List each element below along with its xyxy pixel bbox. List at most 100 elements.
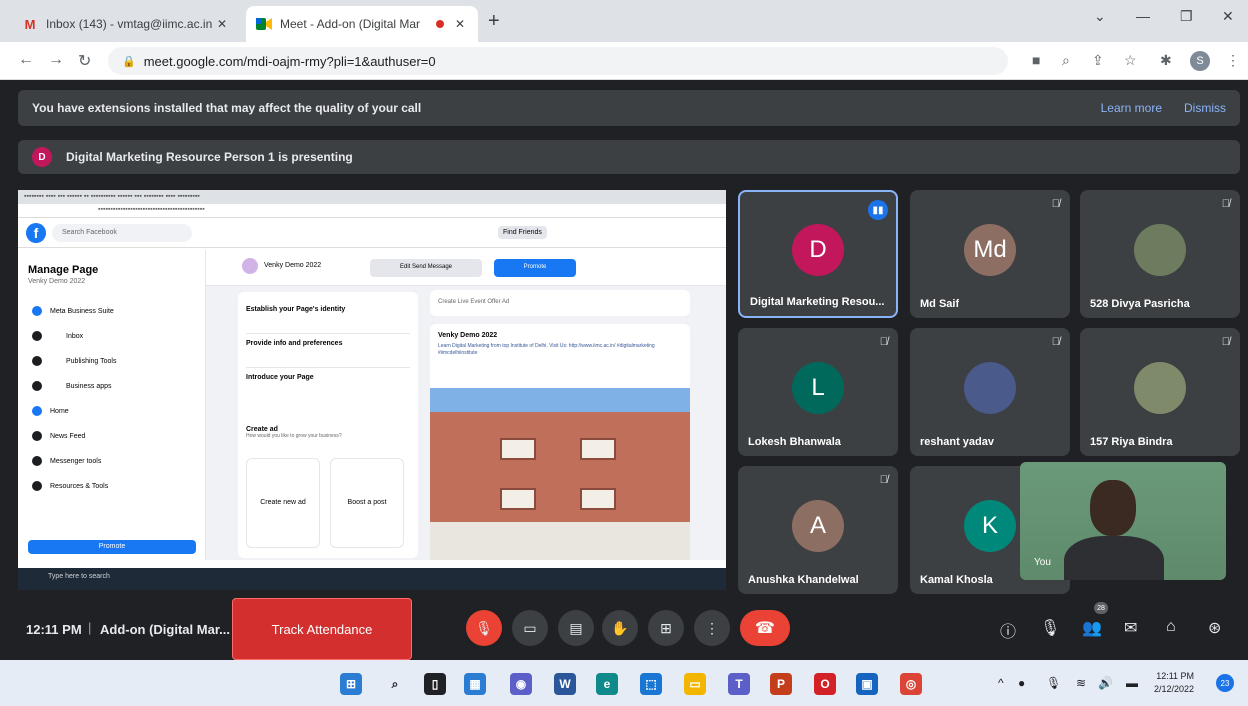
close-tab-icon[interactable]: ✕ — [214, 17, 230, 31]
post-text: Learn Digital Marketing from top Institu… — [438, 343, 655, 356]
step-label: Introduce your Page — [246, 374, 314, 381]
step-label: Establish your Page's identity — [246, 306, 346, 313]
more-vert-icon: ⋮ — [705, 619, 719, 636]
reload-icon[interactable]: ↻ — [78, 51, 91, 71]
learn-more-link[interactable]: Learn more — [1101, 101, 1162, 115]
tab-search-icon[interactable]: ⌄ — [1094, 8, 1106, 25]
tab-meet[interactable]: Meet - Add-on (Digital Mar ✕ — [246, 6, 478, 42]
meeting-details-icon[interactable]: ⓘ — [1000, 618, 1016, 642]
activities-icon[interactable]: ⌂ — [1166, 618, 1176, 636]
participant-tile[interactable]: 🎙̸ 528 Divya Pasricha — [1080, 190, 1240, 318]
back-icon[interactable]: ← — [18, 51, 34, 69]
chrome-icon[interactable]: ◎ — [900, 673, 922, 695]
participant-name: Lokesh Bhanwala — [748, 436, 841, 448]
start-icon[interactable]: ⊞ — [340, 673, 362, 695]
sidebar-item: Inbox — [18, 324, 205, 349]
participant-tile[interactable]: ▮▮ D Digital Marketing Resou... — [738, 190, 898, 318]
meet-icon — [256, 16, 272, 32]
banner-text: You have extensions installed that may a… — [32, 101, 422, 115]
create-post-bar: Create Live Event Offer Ad — [430, 290, 690, 316]
minimize-icon[interactable]: — — [1136, 8, 1150, 24]
chat-icon[interactable]: ✉ — [1124, 618, 1137, 638]
tray-app-icon[interactable]: ● — [1018, 676, 1025, 690]
restore-icon[interactable]: ❐ — [1180, 8, 1193, 25]
sidebar-item: Business apps — [18, 374, 205, 399]
raise-hand-button[interactable]: ✋ — [602, 610, 638, 646]
shared-screen: ▪▪▪▪▪▪▪▪ ▪▪▪▪ ▪▪▪ ▪▪▪▪▪▪ ▪▪ ▪▪▪▪▪▪▪▪▪▪ ▪… — [18, 190, 726, 590]
presenting-text: Digital Marketing Resource Person 1 is p… — [66, 150, 353, 164]
new-tab-button[interactable]: + — [488, 10, 500, 33]
opera-icon[interactable]: O — [814, 673, 836, 695]
zoom-icon[interactable]: ⌕ — [1062, 52, 1070, 69]
mute-all-icon[interactable]: 🎙 — [1040, 618, 1060, 638]
host-controls-icon[interactable]: ⊛ — [1208, 618, 1221, 638]
participant-name: Kamal Khosla — [920, 574, 993, 586]
powerpoint-icon[interactable]: P — [770, 673, 792, 695]
close-tab-icon[interactable]: ✕ — [452, 17, 468, 31]
more-options-button[interactable]: ⋮ — [694, 610, 730, 646]
camera-in-use-icon[interactable]: ■ — [1032, 52, 1040, 68]
participant-photo — [1134, 224, 1186, 276]
tab-gmail[interactable]: M Inbox (143) - vmtag@iimc.ac.in ✕ — [12, 6, 240, 42]
track-attendance-button[interactable]: Track Attendance — [232, 598, 412, 660]
forward-icon[interactable]: → — [48, 51, 64, 69]
edge-icon[interactable]: e — [596, 673, 618, 695]
store-icon[interactable]: ⬚ — [640, 673, 662, 695]
participant-tile[interactable]: 🎙̸ A Anushka Khandelwal — [738, 466, 898, 594]
camera-toggle-button[interactable]: ▭ — [512, 610, 548, 646]
participant-name: 528 Divya Pasricha — [1090, 298, 1190, 310]
widgets-icon[interactable]: ▦ — [464, 673, 486, 695]
participant-tile[interactable]: 🎙̸ L Lokesh Bhanwala — [738, 328, 898, 456]
participant-name: Anushka Khandelwal — [748, 574, 859, 586]
notification-badge[interactable]: 23 — [1216, 674, 1234, 692]
participant-tile[interactable]: 🎙̸ 157 Riya Bindra — [1080, 328, 1240, 456]
extensions-icon[interactable]: ✱ — [1160, 52, 1172, 69]
battery-icon[interactable]: ▬ — [1126, 676, 1138, 690]
dismiss-button[interactable]: Dismiss — [1184, 101, 1226, 115]
browser-toolbar: ← → ↻ 🔒 meet.google.com/mdi-oajm-rmy?pli… — [0, 42, 1248, 80]
hand-icon: ✋ — [611, 619, 629, 636]
facebook-logo-icon: f — [26, 223, 46, 243]
teams-chat-icon[interactable]: ◉ — [510, 673, 532, 695]
participant-tile[interactable]: 🎙̸ reshant yadav — [910, 328, 1070, 456]
file-explorer-icon[interactable]: ▭ — [684, 673, 706, 695]
participant-tile[interactable]: 🎙̸ Md Md Saif — [910, 190, 1070, 318]
task-view-icon[interactable]: ▯ — [424, 673, 446, 695]
facebook-main: Establish your Page's identity Provide i… — [206, 286, 726, 560]
profile-avatar[interactable]: S — [1190, 51, 1210, 71]
shared-taskbar-search: Type here to search — [48, 573, 110, 580]
tray-overflow-icon[interactable]: ^ — [998, 676, 1004, 690]
participant-name: reshant yadav — [920, 436, 994, 448]
close-window-icon[interactable]: ✕ — [1222, 8, 1234, 25]
search-icon[interactable]: ⌕ — [384, 673, 406, 695]
bookmark-star-icon[interactable]: ☆ — [1124, 52, 1137, 69]
photos-icon[interactable]: ▣ — [856, 673, 878, 695]
participant-photo — [1134, 362, 1186, 414]
share-icon[interactable]: ⇪ — [1092, 52, 1104, 69]
system-clock[interactable]: 12:11 PM 2/12/2022 — [1154, 670, 1194, 696]
tray-mic-icon[interactable]: 🎙 — [1046, 676, 1061, 690]
mic-muted-icon: 🎙̸ — [1221, 336, 1230, 348]
present-button[interactable]: ⊞ — [648, 610, 684, 646]
wifi-icon[interactable]: ≋ — [1076, 676, 1086, 690]
teams-icon[interactable]: T — [728, 673, 750, 695]
address-bar[interactable]: 🔒 meet.google.com/mdi-oajm-rmy?pli=1&aut… — [108, 47, 1008, 75]
volume-icon[interactable]: 🔊 — [1098, 676, 1113, 690]
edit-send-message-button: Edit Send Message — [370, 259, 482, 277]
lock-icon: 🔒 — [122, 55, 136, 68]
mic-toggle-button[interactable]: 🎙 — [466, 610, 502, 646]
sidebar-item: Home — [18, 399, 205, 424]
leave-call-button[interactable]: ☎ — [740, 610, 790, 646]
self-view[interactable]: You — [1020, 462, 1226, 580]
menu-icon[interactable]: ⋮ — [1226, 52, 1240, 69]
clock-date: 2/12/2022 — [1154, 684, 1195, 694]
shared-address-bar: ▪▪▪▪▪▪▪▪▪▪▪▪▪▪▪▪▪▪▪▪▪▪▪▪▪▪▪▪▪▪▪▪▪▪▪▪▪▪▪▪… — [18, 204, 726, 218]
captions-button[interactable]: ▤ — [558, 610, 594, 646]
present-screen-icon: ⊞ — [660, 619, 672, 636]
sidebar-title: Manage Page — [28, 264, 99, 276]
clock-time: 12:11 PM — [1156, 671, 1195, 681]
word-icon[interactable]: W — [554, 673, 576, 695]
promote-sidebar-button: Promote — [28, 540, 196, 554]
people-icon[interactable]: 👥 — [1082, 618, 1102, 638]
self-label: You — [1034, 557, 1051, 568]
